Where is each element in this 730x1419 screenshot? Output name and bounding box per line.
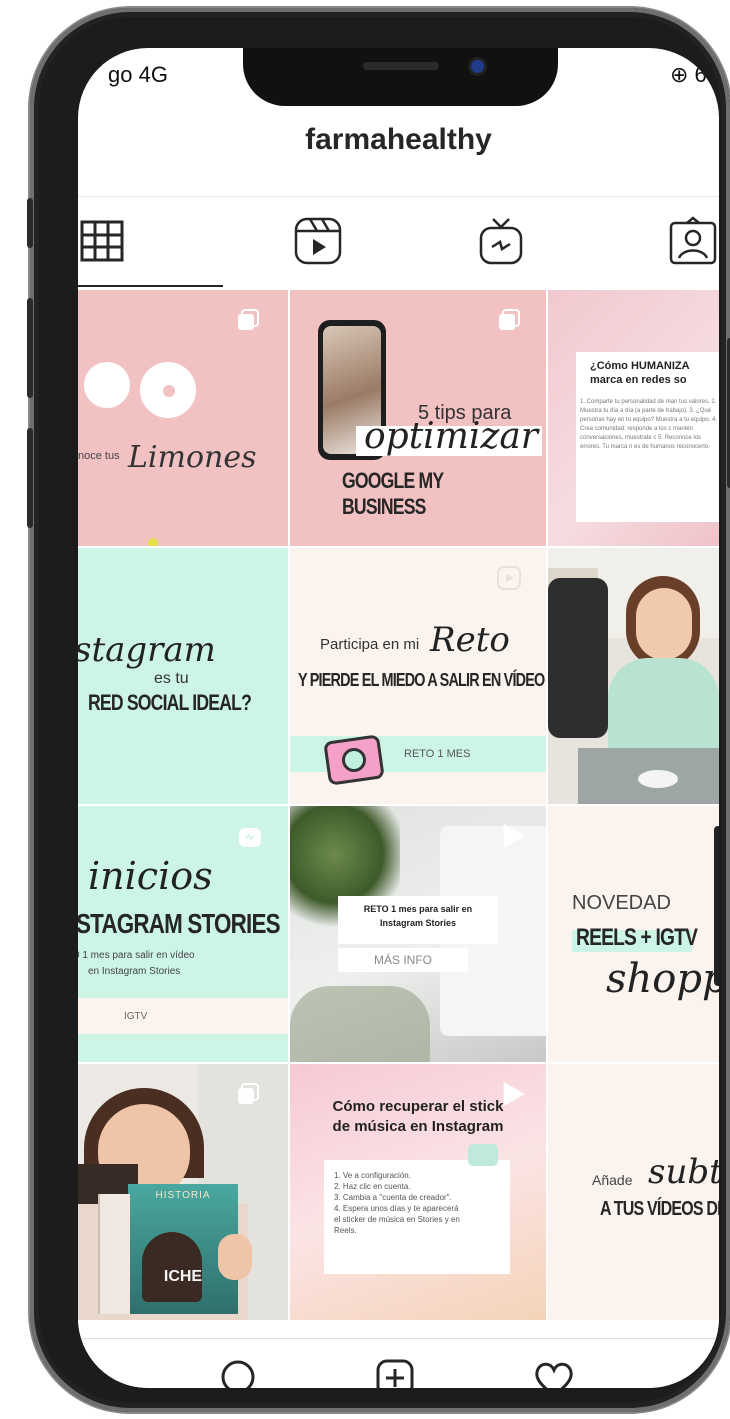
post-humanizar-marca[interactable]: ¿Cómo HUMANIZA marca en redes so 1. Comp… (548, 290, 719, 546)
post-card: RETO 1 mes para salir en Instagram Stori… (338, 896, 498, 944)
post-text: shoppi (606, 956, 719, 1002)
post-text: RETO 1 MES (404, 748, 471, 760)
post-text: MÁS INFO (373, 953, 432, 967)
speaker (363, 62, 439, 70)
post-text: noce tus (78, 450, 120, 462)
tagged-icon[interactable] (668, 216, 718, 266)
post-text: RED SOCIAL IDEAL? (88, 690, 252, 715)
post-text: Añade (592, 1172, 633, 1188)
post-subtitulos[interactable]: Añade subti A TUS VÍDEOS DE (548, 1064, 719, 1320)
post-portrait-woman[interactable] (548, 548, 719, 804)
post-inicios-stories[interactable]: inicios STAGRAM STORIES 0 1 mes para sal… (78, 806, 288, 1062)
front-camera (471, 60, 484, 73)
active-tab-indicator (78, 285, 223, 287)
post-reels-igtv-shopping[interactable]: NOVEDAD REELS + IGTV shoppi (548, 806, 719, 1062)
reels-icon[interactable] (293, 216, 343, 266)
post-text: HISTORIA (155, 1190, 211, 1201)
post-card: ¿Cómo HUMANIZA marca en redes so 1. Comp… (576, 352, 719, 522)
post-card: 1. Ve a configuración. 2. Haz clic en cu… (324, 1160, 510, 1274)
post-instagram-red-social[interactable]: stagram es tu RED SOCIAL IDEAL? (78, 548, 288, 804)
post-text: Participa en mi (320, 636, 420, 653)
post-text: es tu (154, 670, 189, 687)
profile-tabs (78, 208, 719, 288)
mute-switch (27, 198, 33, 248)
post-text: Reto (430, 620, 510, 660)
post-sticker-musica[interactable]: Cómo recuperar el stick de música en Ins… (290, 1064, 546, 1320)
post-text: RETO 1 mes para salir en (363, 904, 473, 914)
play-icon (503, 824, 525, 848)
search-icon[interactable] (218, 1357, 262, 1388)
reels-icon (497, 566, 521, 590)
post-google-my-business[interactable]: 5 tips para optimizar GOOGLE MY BUSINESS (290, 290, 546, 546)
phone-frame: go 4G ⊕ 63 farmahealthy noce tus Limones… (27, 8, 730, 1412)
post-text: Reels. (334, 1226, 357, 1235)
post-text: 3. Cambia a "cuenta de creador". (334, 1193, 452, 1202)
post-text: Instagram Stories (379, 918, 457, 928)
profile-username[interactable]: farmahealthy (78, 123, 719, 157)
volume-up-button (27, 298, 33, 398)
posts-grid: noce tus Limones 5 tips para optimizar G… (78, 290, 719, 1338)
carousel-icon (499, 309, 520, 330)
post-text: 4. Espera unos días y te aparecerá (334, 1204, 459, 1213)
notch (243, 48, 558, 106)
post-text: subti (648, 1152, 719, 1192)
status-battery: ⊕ 63 (669, 62, 719, 87)
post-text: 2. Haz clic en cuenta. (334, 1182, 411, 1191)
post-text: stagram (78, 630, 216, 670)
post-text: el sticker de música en Stories y en (334, 1215, 460, 1224)
igtv-icon[interactable] (476, 216, 526, 266)
status-carrier: go 4G (108, 62, 168, 87)
post-text: STAGRAM STORIES (78, 908, 281, 939)
post-reto-video[interactable]: Participa en mi Reto Y PIERDE EL MIEDO A… (290, 548, 546, 804)
post-text: en Instagram Stories (88, 966, 181, 977)
post-lemons[interactable]: noce tus Limones (78, 290, 288, 546)
screen: go 4G ⊕ 63 farmahealthy noce tus Limones… (78, 48, 719, 1388)
post-text: A TUS VÍDEOS DE (600, 1198, 719, 1220)
post-text: 1. Ve a configuración. (334, 1171, 411, 1180)
post-text: REELS + IGTV (576, 924, 698, 951)
bottom-nav (78, 1338, 719, 1388)
post-text: Limones (128, 440, 257, 475)
volume-down-button (27, 428, 33, 528)
chat-bubble-icon (468, 1144, 498, 1166)
heart-icon[interactable] (532, 1357, 576, 1388)
post-text: NOVEDAD (572, 892, 671, 914)
post-text: Y PIERDE EL MIEDO A SALIR EN VÍDEO (298, 670, 545, 690)
camera-icon (323, 734, 385, 786)
carousel-icon (238, 1083, 259, 1104)
igtv-icon (239, 828, 261, 847)
post-text: marca en redes so (590, 374, 687, 386)
carousel-icon (238, 309, 259, 330)
post-reto-info[interactable]: RETO 1 mes para salir en Instagram Stori… (290, 806, 546, 1062)
divider (78, 196, 719, 197)
post-text: de música en Instagram (332, 1118, 504, 1135)
post-text: optimizar (364, 416, 538, 457)
post-text: 1. Comparte tu personalidad de man tus v… (580, 399, 718, 450)
grid-icon[interactable] (78, 216, 148, 266)
post-book-woman[interactable]: HISTORIA ICHE (78, 1064, 288, 1320)
post-text: IGTV (124, 1011, 148, 1022)
play-icon (503, 1082, 525, 1106)
new-post-icon[interactable] (374, 1357, 418, 1388)
post-text: 0 1 mes para salir en vídeo (78, 950, 195, 961)
post-text: ¿Cómo HUMANIZA (590, 360, 690, 372)
post-text: GOOGLE MY BUSINESS (342, 468, 444, 519)
post-text: inicios (88, 854, 213, 898)
